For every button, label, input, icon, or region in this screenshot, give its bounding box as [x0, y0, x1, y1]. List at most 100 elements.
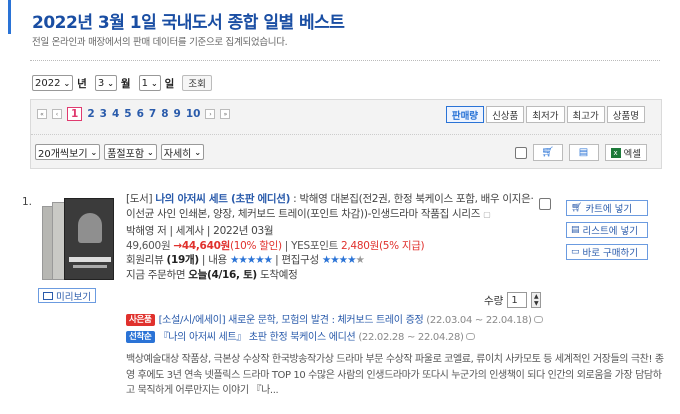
- page-link[interactable]: 10: [186, 108, 201, 120]
- day-select[interactable]: 1 ⌄: [138, 75, 161, 91]
- pagination: « ‹ 1 2 3 4 5 6 7 8 9 10 › »: [37, 107, 231, 121]
- page-title: 2022년 3월 1일 국내도서 종합 일별 베스트: [32, 13, 345, 33]
- preview-label: 미리보기: [56, 291, 91, 303]
- cart-icon: 🛒︎: [571, 203, 583, 213]
- day-label: 일: [164, 77, 175, 90]
- review-line: 회원리뷰 (19개) | 내용 ★★★★★ | 편집구성 ★★★★★: [126, 253, 542, 268]
- query-button[interactable]: 조회: [182, 75, 212, 91]
- event-link[interactable]: [소설/시/에세이] 새로운 문학, 모험의 발견 : 체커보드 트레이 증정: [159, 315, 424, 326]
- stock-value: 품절포함: [107, 148, 145, 160]
- next-page-button[interactable]: ›: [205, 109, 216, 119]
- page-link[interactable]: 9: [174, 108, 181, 120]
- buy-label: 바로 구매하기: [582, 248, 638, 259]
- year-value: 2022: [35, 77, 61, 89]
- buy-now-button[interactable]: ▭ 바로 구매하기: [566, 244, 648, 260]
- delivery-line: 지금 주문하면 오늘(4/16, 토) 도착예정: [126, 268, 542, 283]
- comment-icon: ▢: [483, 209, 491, 219]
- preview-button[interactable]: 미리보기: [38, 288, 96, 303]
- first-page-button[interactable]: «: [37, 109, 47, 119]
- price-arrow: →: [173, 239, 182, 252]
- select-all-checkbox[interactable]: [514, 146, 527, 159]
- sort-tab-name[interactable]: 상품명: [606, 106, 645, 123]
- page-link[interactable]: 3: [100, 108, 107, 120]
- cover-front: [64, 198, 114, 280]
- cart-icon: 🛒︎: [541, 147, 554, 158]
- sort-tab-highest-price[interactable]: 최고가: [566, 106, 605, 123]
- chevron-down-icon: ⌄: [194, 147, 202, 157]
- page-link[interactable]: 5: [124, 108, 131, 120]
- page-link[interactable]: 7: [149, 108, 156, 120]
- chevron-down-icon[interactable]: ▼: [534, 300, 539, 307]
- year-label: 년: [77, 77, 87, 90]
- page-link[interactable]: 2: [87, 108, 94, 120]
- year-select[interactable]: 2022 ⌄: [32, 75, 74, 91]
- points-rate: (5% 지급): [378, 239, 425, 252]
- list-label: 리스트에 넣기: [582, 226, 638, 237]
- price-line: 49,600원 →44,640원(10% 할인) | YES포인트 2,480원…: [126, 239, 542, 254]
- item-rank: 1.: [22, 196, 33, 208]
- cover-subtitle-mark: [73, 265, 107, 268]
- content-rating-stars: ★★★★★: [229, 254, 273, 266]
- sort-tab-lowest-price[interactable]: 최저가: [526, 106, 565, 123]
- per-page-select[interactable]: 20개씩보기 ⌄: [35, 144, 101, 160]
- review-label: 회원리뷰: [126, 254, 164, 266]
- list-icon: ▤: [578, 147, 589, 158]
- cart-label: 카트에 넣기: [585, 204, 633, 215]
- book-cover[interactable]: [42, 198, 114, 280]
- chevron-down-icon: ⌄: [107, 78, 114, 88]
- chevron-up-icon[interactable]: ▲: [534, 293, 539, 300]
- sort-tabs: 판매량 신상품 최저가 최고가 상품명: [445, 106, 645, 123]
- header-accent-bar: [8, 0, 11, 34]
- divider: [30, 60, 660, 61]
- month-select[interactable]: 3 ⌄: [94, 75, 117, 91]
- price-original: 49,600원: [126, 239, 171, 252]
- excel-button[interactable]: x 엑셀: [604, 144, 647, 161]
- points-label: | YES포인트: [284, 239, 338, 252]
- stock-select[interactable]: 품절포함 ⌄: [104, 144, 157, 160]
- sort-tab-sales[interactable]: 판매량: [445, 106, 485, 123]
- day-value: 1: [141, 77, 148, 89]
- item-description: 백상예술대상 작품상, 극본상 수상작 한국방송작가상 드라마 부문 수상작 파…: [126, 354, 664, 396]
- month-label: 월: [120, 77, 131, 90]
- title-category: [도서]: [126, 193, 153, 205]
- sort-tab-new[interactable]: 신상품: [486, 106, 525, 123]
- view-value: 자세히: [163, 148, 192, 160]
- last-page-button[interactable]: »: [220, 109, 231, 119]
- title-link[interactable]: 나의 아저씨 세트 (초판 에디션): [155, 193, 290, 205]
- quantity-input[interactable]: 1: [507, 292, 528, 308]
- item-actions: 🛒︎ 카트에 넣기 ▤ 리스트에 넣기 ▭ 바로 구매하기: [566, 200, 648, 260]
- page-link[interactable]: 6: [137, 108, 144, 120]
- quantity-control: 수량 1 ▲ ▼: [484, 292, 542, 308]
- event-date: (22.02.28 ~ 22.04.28): [358, 332, 464, 343]
- chevron-down-icon: ⌄: [90, 147, 98, 157]
- add-to-cart-button[interactable]: 🛒︎ 카트에 넣기: [566, 200, 648, 216]
- page-link[interactable]: 8: [161, 108, 168, 120]
- view-select[interactable]: 자세히 ⌄: [160, 144, 205, 160]
- list-all-button[interactable]: ▤: [568, 144, 599, 161]
- chevron-down-icon: ⌄: [150, 78, 158, 88]
- quantity-stepper[interactable]: ▲ ▼: [531, 292, 542, 308]
- add-to-list-button[interactable]: ▤ 리스트에 넣기: [566, 222, 648, 238]
- per-page-value: 20개씩보기: [38, 148, 88, 160]
- event-link[interactable]: 『나의 아저씨 세트』 초판 한정 북케이스 에디션: [159, 332, 356, 343]
- cart-all-button[interactable]: 🛒︎: [532, 144, 563, 161]
- list-control-panel: « ‹ 1 2 3 4 5 6 7 8 9 10 › » 판매량 신상품 최저가…: [30, 99, 662, 169]
- page-link[interactable]: 4: [112, 108, 119, 120]
- item-checkbox[interactable]: [539, 198, 551, 210]
- cover-figure: [78, 213, 102, 243]
- tools-row: 🛒︎ ▤ x 엑셀: [514, 144, 647, 161]
- points-value: 2,480원: [341, 239, 379, 252]
- delivery-suffix: 도착예정: [259, 268, 298, 281]
- edit-rating-label: | 편집구성: [275, 254, 319, 266]
- excel-label: 엑셀: [623, 148, 641, 160]
- excel-icon: x: [610, 147, 621, 158]
- review-count[interactable]: (19개): [167, 254, 200, 266]
- item-info: [도서] 나의 아저씨 세트 (초판 에디션) : 박해영 대본집(전2권, 한…: [126, 192, 542, 282]
- prev-page-button[interactable]: ‹: [52, 109, 62, 119]
- event-item: 사은품 [소설/시/에세이] 새로운 문학, 모험의 발견 : 체커보드 트레이 …: [126, 312, 543, 329]
- item-title: [도서] 나의 아저씨 세트 (초판 에디션) : 박해영 대본집(전2권, 한…: [126, 192, 542, 222]
- page-current[interactable]: 1: [67, 107, 83, 121]
- chevron-down-icon: ⌄: [147, 147, 154, 157]
- delivery-date: 오늘(4/16, 토): [188, 268, 257, 281]
- delivery-prefix: 지금 주문하면: [126, 268, 186, 281]
